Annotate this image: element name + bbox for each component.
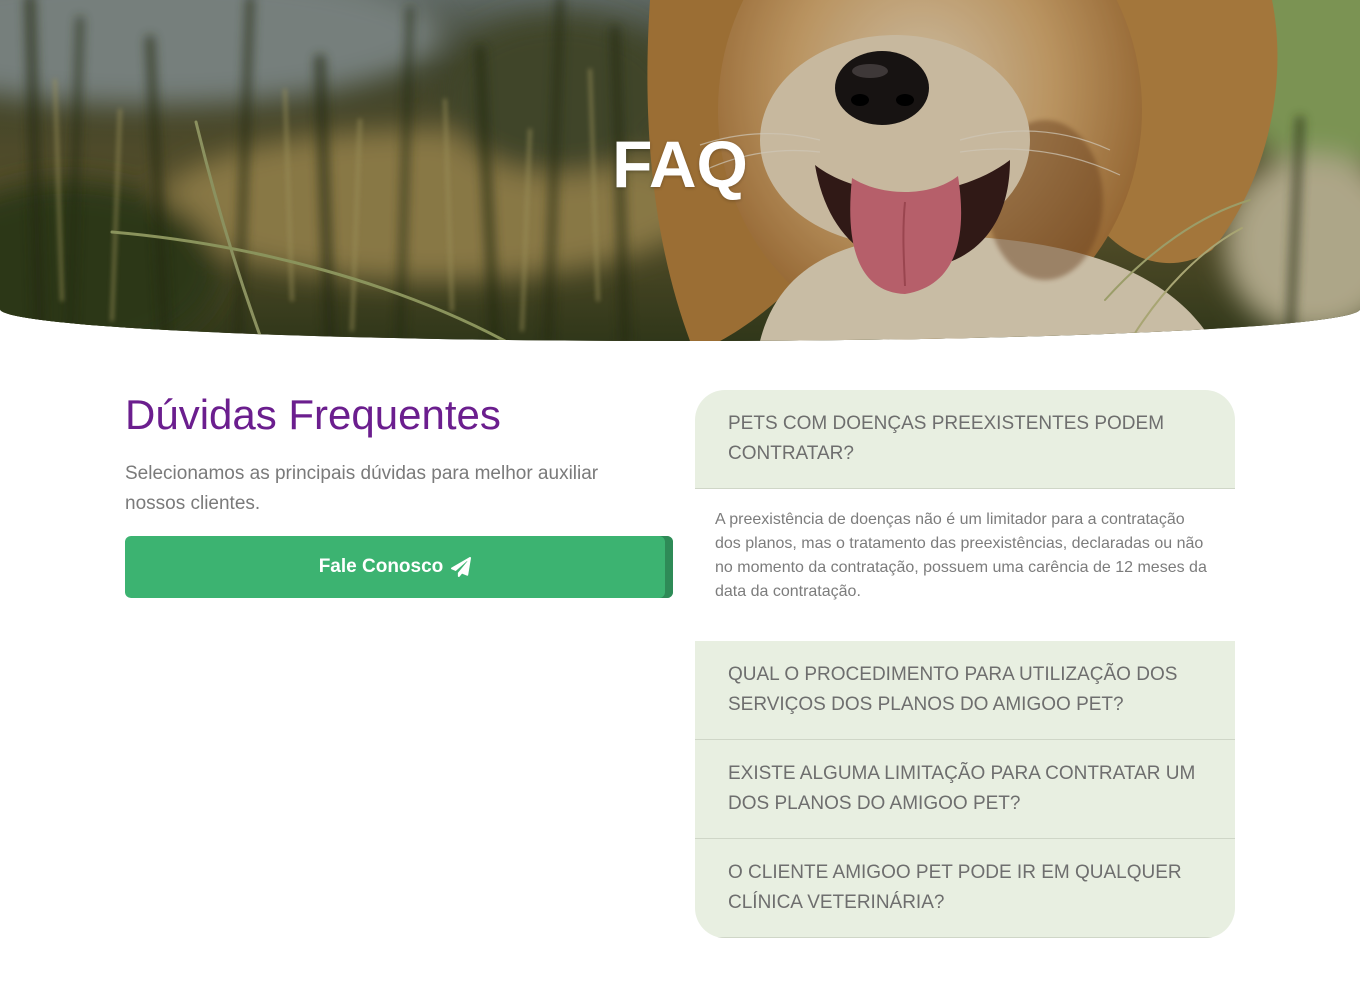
faq-item: QUAL O PROCEDIMENTO PARA UTILIZAÇÃO DOS … <box>695 641 1235 740</box>
faq-question-text: EXISTE ALGUMA LIMITAÇÃO PARA CONTRATAR U… <box>728 763 1196 814</box>
faq-question-text: O CLIENTE AMIGOO PET PODE IR EM QUALQUER… <box>728 862 1182 913</box>
hero-banner: FAQ <box>0 0 1360 341</box>
faq-question-toggle[interactable]: O CLIENTE AMIGOO PET PODE IR EM QUALQUER… <box>695 839 1235 938</box>
page-title: FAQ <box>612 127 748 201</box>
section-description: Selecionamos as principais dúvidas para … <box>125 463 599 514</box>
faq-item: PETS COM DOENÇAS PREEXISTENTES PODEM CON… <box>695 390 1235 641</box>
faq-accordion: PETS COM DOENÇAS PREEXISTENTES PODEM CON… <box>695 390 1235 938</box>
faq-question-toggle[interactable]: QUAL O PROCEDIMENTO PARA UTILIZAÇÃO DOS … <box>695 641 1235 740</box>
faq-answer-text: A preexistência de doenças não é um limi… <box>715 511 1207 600</box>
contact-us-button[interactable]: Fale Conosco <box>125 536 673 598</box>
faq-question-toggle[interactable]: PETS COM DOENÇAS PREEXISTENTES PODEM CON… <box>695 390 1235 489</box>
section-heading: Dúvidas Frequentes <box>125 391 501 438</box>
faq-answer-panel: A preexistência de doenças não é um limi… <box>695 489 1235 641</box>
faq-item: O CLIENTE AMIGOO PET PODE IR EM QUALQUER… <box>695 839 1235 938</box>
faq-question-toggle[interactable]: EXISTE ALGUMA LIMITAÇÃO PARA CONTRATAR U… <box>695 740 1235 839</box>
faq-question-text: QUAL O PROCEDIMENTO PARA UTILIZAÇÃO DOS … <box>728 664 1178 715</box>
contact-button-label: Fale Conosco <box>318 556 444 577</box>
faq-section: Dúvidas Frequentes Selecionamos as princ… <box>125 390 1235 950</box>
faq-intro: Dúvidas Frequentes Selecionamos as princ… <box>125 390 673 598</box>
paper-plane-icon <box>451 557 472 577</box>
faq-question-text: PETS COM DOENÇAS PREEXISTENTES PODEM CON… <box>728 413 1165 464</box>
faq-item: EXISTE ALGUMA LIMITAÇÃO PARA CONTRATAR U… <box>695 740 1235 839</box>
